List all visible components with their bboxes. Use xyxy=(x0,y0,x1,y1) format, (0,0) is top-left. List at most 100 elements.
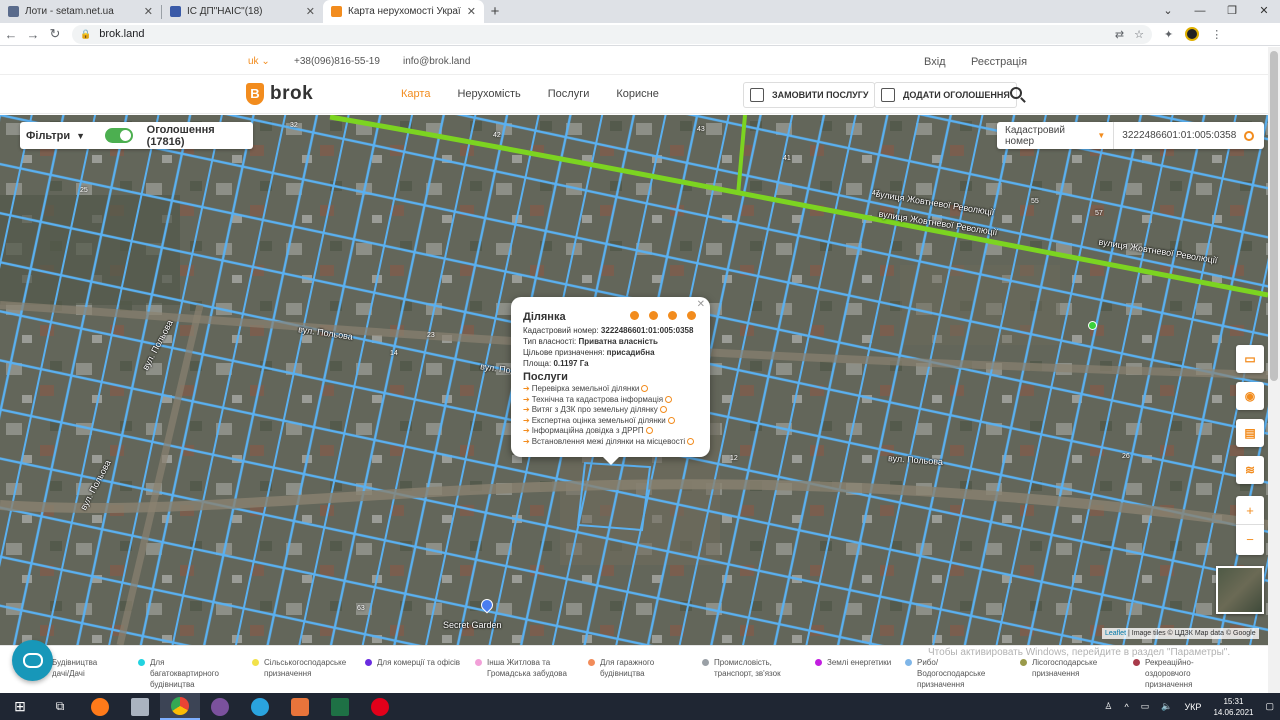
tab-favicon-icon xyxy=(8,6,19,17)
network-app-icon[interactable] xyxy=(120,693,160,720)
document-icon[interactable] xyxy=(649,311,658,320)
forward-arrow-icon[interactable]: → xyxy=(22,27,44,42)
chrome-icon[interactable] xyxy=(160,693,200,720)
nav-item-realty[interactable]: Нерухомість xyxy=(457,88,520,100)
browser-tab[interactable]: ІС ДП"НАІС"(18) ✕ xyxy=(162,0,323,23)
zoom-in-button[interactable]: + xyxy=(1236,496,1264,525)
listings-toggle[interactable] xyxy=(105,128,133,143)
filters-dropdown[interactable]: Фільтри xyxy=(26,130,70,142)
telegram-icon[interactable] xyxy=(240,693,280,720)
info-icon[interactable] xyxy=(645,427,653,435)
service-link[interactable]: ➔ Експертна оцінка земельної ділянки xyxy=(523,416,698,427)
reload-icon[interactable]: ↻ xyxy=(44,26,66,42)
search-icon[interactable] xyxy=(1244,130,1254,141)
link-icon[interactable] xyxy=(668,311,677,320)
locate-icon[interactable]: ◉ xyxy=(1236,382,1264,410)
opera-icon[interactable] xyxy=(360,693,400,720)
service-link[interactable]: ➔ Перевірка земельної ділянки xyxy=(523,384,698,395)
share-icon[interactable] xyxy=(630,311,639,320)
tab-search-icon[interactable]: ⌄ xyxy=(1152,0,1184,23)
info-icon[interactable] xyxy=(641,385,649,392)
legend-dot xyxy=(138,659,145,666)
listing-marker[interactable] xyxy=(1088,321,1097,330)
profile-avatar[interactable] xyxy=(1185,27,1200,41)
print-icon[interactable]: ▤ xyxy=(1236,419,1264,447)
cadastral-label: Кадастровий номер: xyxy=(523,326,599,335)
info-icon[interactable] xyxy=(667,416,675,424)
layers-icon[interactable]: ≋ xyxy=(1236,456,1264,484)
brok-logo[interactable]: B brok xyxy=(246,83,313,105)
firefox-icon[interactable] xyxy=(80,693,120,720)
nav-item-services[interactable]: Послуги xyxy=(548,88,590,100)
login-link[interactable]: Вхід xyxy=(924,56,946,68)
input-language[interactable]: УКР xyxy=(1184,702,1201,712)
info-icon[interactable] xyxy=(687,311,696,320)
url-input[interactable]: 🔒 brok.land ⇄ ☆ xyxy=(72,24,1152,44)
zoom-out-button[interactable]: − xyxy=(1236,525,1264,554)
legend-label: Сільськогосподарське призначення xyxy=(264,658,347,678)
chat-button[interactable] xyxy=(12,640,53,681)
leaflet-link[interactable]: Leaflet xyxy=(1105,630,1126,637)
search-type-select[interactable]: Кадастровий номер ▼ xyxy=(997,122,1115,149)
email-link[interactable]: info@brok.land xyxy=(403,56,470,67)
new-tab-button[interactable]: + xyxy=(484,0,506,23)
info-icon[interactable] xyxy=(665,395,673,403)
close-tab-icon[interactable]: ✕ xyxy=(467,5,476,18)
translate-icon[interactable]: ⇄ xyxy=(1115,28,1124,41)
maximize-icon[interactable]: ❐ xyxy=(1216,0,1248,23)
volume-icon[interactable]: 🔈 xyxy=(1161,701,1172,712)
clock[interactable]: 15:31 14.06.2021 xyxy=(1213,696,1253,718)
add-listing-button[interactable]: ДОДАТИ ОГОЛОШЕННЯ xyxy=(874,82,1017,108)
clock-date: 14.06.2021 xyxy=(1213,707,1254,717)
page-scrollbar[interactable] xyxy=(1268,47,1280,693)
language-selector[interactable]: uk ⌄ xyxy=(248,56,270,67)
info-icon[interactable] xyxy=(687,437,695,445)
service-label: Перевірка земельної ділянки xyxy=(531,384,640,393)
tray-chevron-icon[interactable]: ^ xyxy=(1125,702,1129,712)
info-icon[interactable] xyxy=(659,406,667,414)
windows-taskbar: ⊞ ⧉ ♙ ^ ▭ 🔈 УКР 15:31 14.06.2021 ▢ xyxy=(0,693,1280,720)
service-link[interactable]: ➔ Витяг з ДЗК про земельну ділянку xyxy=(523,405,698,416)
network-icon[interactable]: ▭ xyxy=(1141,701,1150,712)
viber-icon[interactable] xyxy=(200,693,240,720)
poi-label[interactable]: Secret Garden xyxy=(443,620,502,630)
legend-label: Рибо/ Водогосподарське призначення xyxy=(917,658,986,689)
cadastral-number-input[interactable]: 3222486601:01:005:0358 xyxy=(1114,130,1244,141)
register-link[interactable]: Реєстрація xyxy=(971,56,1027,68)
excel-icon[interactable] xyxy=(320,693,360,720)
notifications-icon[interactable]: ▢ xyxy=(1265,701,1274,712)
back-arrow-icon[interactable]: ← xyxy=(0,27,22,42)
people-icon[interactable]: ♙ xyxy=(1104,701,1112,712)
close-tab-icon[interactable]: ✕ xyxy=(144,5,153,18)
close-window-icon[interactable]: ✕ xyxy=(1248,0,1280,23)
extensions-puzzle-icon[interactable]: ✦ xyxy=(1164,28,1173,41)
scrollbar-thumb[interactable] xyxy=(1270,51,1278,381)
legend-item: Рекреаційно- оздоровчого призначення xyxy=(1133,657,1225,690)
chevron-down-icon[interactable]: ▼ xyxy=(76,131,85,141)
service-link[interactable]: ➔ Встановлення межі ділянки на місцевості xyxy=(523,437,698,448)
app-orange-icon[interactable] xyxy=(280,693,320,720)
browser-tab-active[interactable]: Карта нерухомості України | Brok ✕ xyxy=(323,0,484,23)
service-link[interactable]: ➔ Технічна та кадастрова інформація xyxy=(523,395,698,406)
browser-tab[interactable]: Лоти - setam.net.ua ✕ xyxy=(0,0,161,23)
bookmark-star-icon[interactable]: ☆ xyxy=(1134,28,1144,41)
start-windows-icon[interactable]: ⊞ xyxy=(0,693,40,720)
clock-time: 15:31 xyxy=(1223,696,1244,706)
nav-item-useful[interactable]: Корисне xyxy=(616,88,658,100)
minimize-icon[interactable]: — xyxy=(1184,0,1216,23)
order-service-button[interactable]: ЗАМОВИТИ ПОСЛУГУ xyxy=(743,82,876,108)
book-icon[interactable]: ▭ xyxy=(1236,345,1264,373)
service-link[interactable]: ➔ Інформаційна довідка з ДРРП xyxy=(523,426,698,437)
menu-dots-icon[interactable]: ⋮ xyxy=(1211,28,1222,41)
popup-actions xyxy=(630,311,696,320)
phone-link[interactable]: +38(096)816-55-19 xyxy=(294,56,380,67)
close-tab-icon[interactable]: ✕ xyxy=(306,5,315,18)
minimap[interactable] xyxy=(1216,566,1264,614)
lock-icon[interactable]: 🔒 xyxy=(80,29,91,40)
search-icon[interactable] xyxy=(1010,87,1022,99)
nav-item-map[interactable]: Карта xyxy=(401,88,430,100)
close-icon[interactable]: ✕ xyxy=(697,299,705,310)
task-view-icon[interactable]: ⧉ xyxy=(40,693,80,720)
service-label: Технічна та кадастрова інформація xyxy=(531,394,664,404)
search-type-label: Кадастровий номер xyxy=(1005,124,1065,147)
